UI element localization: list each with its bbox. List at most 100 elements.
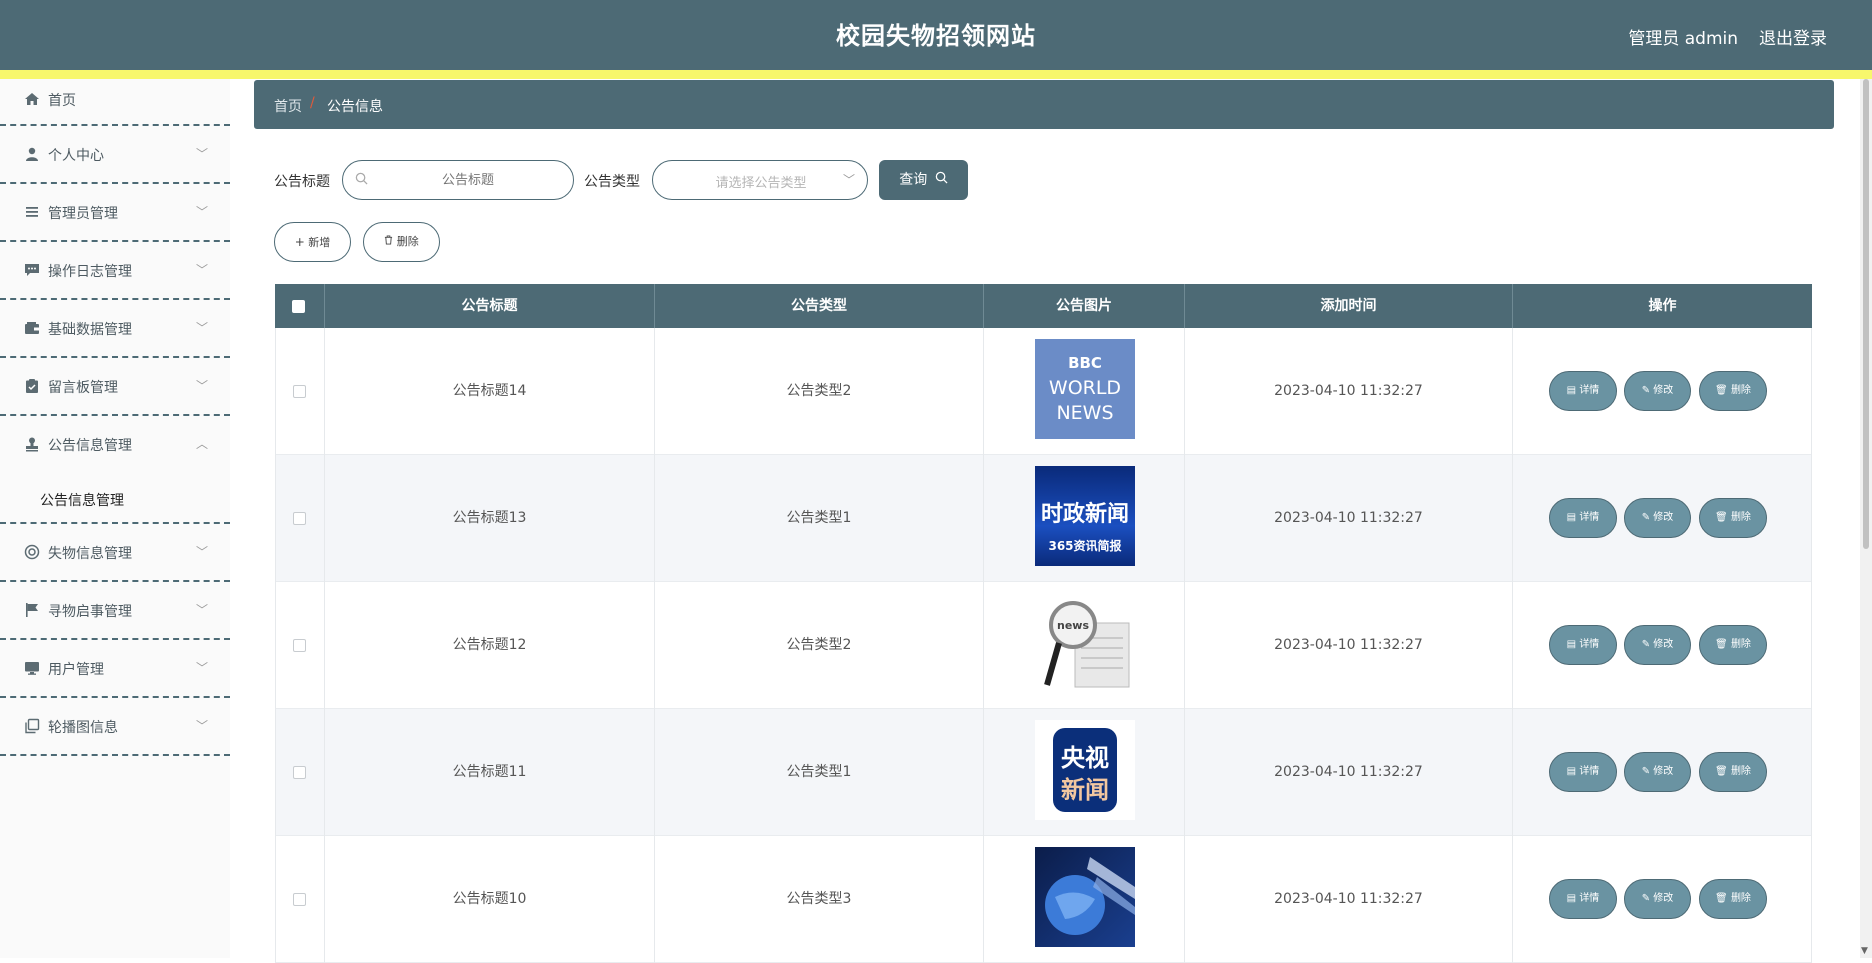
title-filter-label: 公告标题 xyxy=(274,174,330,190)
edit-button[interactable]: ✎ 修改 xyxy=(1624,752,1691,792)
chevron-down-icon: ﹀ xyxy=(842,173,855,187)
title-search-field xyxy=(342,160,574,200)
image-text: 时政新闻 xyxy=(1041,501,1129,527)
actions-cell: ▤ 详情 ✎ 修改 🗑 删除 xyxy=(1513,455,1812,582)
notice-image-globe[interactable] xyxy=(1035,847,1135,947)
sidebar-item-home[interactable]: 首页 xyxy=(0,79,230,126)
actions-cell: ▤ 详情 ✎ 修改 🗑 删除 xyxy=(1513,582,1812,709)
chevron-down-icon: ﹀ xyxy=(195,263,208,277)
notice-image-cctv[interactable]: 央视 新闻 xyxy=(1035,720,1135,820)
delete-label: 删除 xyxy=(1730,385,1751,396)
delete-button[interactable]: 🗑 删除 xyxy=(1699,371,1767,411)
delete-button[interactable]: 🗑 删除 xyxy=(1699,879,1767,919)
breadcrumb-home[interactable]: 首页 xyxy=(274,96,302,116)
edit-button[interactable]: ✎ 修改 xyxy=(1624,625,1691,665)
sidebar-item-notice[interactable]: 公告信息管理 ︿ 公告信息管理 xyxy=(0,416,230,524)
sidebar-item-profile[interactable]: 个人中心 ﹀ xyxy=(0,126,230,184)
type-cell: 公告类型1 xyxy=(655,455,984,582)
logout-link[interactable]: 退出登录 xyxy=(1759,24,1827,49)
type-cell: 公告类型2 xyxy=(655,582,984,709)
flag-icon xyxy=(24,602,40,618)
chevron-down-icon: ﹀ xyxy=(195,545,208,559)
stamp-icon xyxy=(24,436,40,452)
row-select-cell xyxy=(275,328,325,455)
detail-button[interactable]: ▤ 详情 xyxy=(1549,625,1617,665)
list-icon xyxy=(24,204,40,220)
column-header-actions: 操作 xyxy=(1648,298,1677,314)
detail-button[interactable]: ▤ 详情 xyxy=(1549,752,1617,792)
image-text: 央视 xyxy=(1061,744,1109,772)
page-scrollbar[interactable]: ▼ xyxy=(1860,79,1872,958)
current-user: 管理员 admin xyxy=(1628,29,1738,49)
sidebar-item-label: 失物信息管理 xyxy=(48,546,132,562)
detail-label: 详情 xyxy=(1579,639,1600,650)
detail-label: 详情 xyxy=(1579,512,1600,523)
delete-label: 删除 xyxy=(1730,766,1751,777)
row-checkbox[interactable] xyxy=(293,893,306,906)
detail-button[interactable]: ▤ 详情 xyxy=(1549,879,1617,919)
row-checkbox[interactable] xyxy=(293,639,306,652)
table-row: 公告标题11 公告类型1 央视 新闻 2023-04-10 11:32:27 ▤… xyxy=(275,709,1812,836)
row-checkbox[interactable] xyxy=(293,512,306,525)
trash-icon: 🗑 xyxy=(1715,512,1728,523)
image-text: 365资讯简报 xyxy=(1048,538,1121,553)
delete-label: 删除 xyxy=(1730,893,1751,904)
sidebar-item-logs[interactable]: 操作日志管理 ﹀ xyxy=(0,242,230,300)
delete-label: 删除 xyxy=(1730,512,1751,523)
add-button[interactable]: + 新增 xyxy=(274,222,351,262)
sidebar-item-label: 基础数据管理 xyxy=(48,322,132,338)
title-search-input[interactable] xyxy=(373,169,563,191)
scroll-down-arrow-icon[interactable]: ▼ xyxy=(1861,946,1868,956)
sidebar-item-carousel[interactable]: 轮播图信息 ﹀ xyxy=(0,698,230,756)
query-button[interactable]: 查询 xyxy=(879,160,968,200)
row-checkbox[interactable] xyxy=(293,766,306,779)
table-row: 公告标题14 公告类型2 BBC WORLD NEWS 2023-04-10 1… xyxy=(275,328,1812,455)
top-header: 校园失物招领网站 管理员 admin 退出登录 xyxy=(0,0,1872,70)
breadcrumb: 首页 / 公告信息 xyxy=(254,80,1834,129)
delete-button[interactable]: 🗑 删除 xyxy=(1699,498,1767,538)
sidebar-item-users[interactable]: 用户管理 ﹀ xyxy=(0,640,230,698)
chevron-up-icon: ︿ xyxy=(195,437,208,451)
sidebar-item-label: 个人中心 xyxy=(48,148,104,164)
pencil-icon: ✎ xyxy=(1641,893,1651,904)
edit-button[interactable]: ✎ 修改 xyxy=(1624,371,1691,411)
time-cell: 2023-04-10 11:32:27 xyxy=(1185,582,1513,709)
sidebar-item-admin[interactable]: 管理员管理 ﹀ xyxy=(0,184,230,242)
delete-label: 删除 xyxy=(1730,639,1751,650)
edit-button[interactable]: ✎ 修改 xyxy=(1624,879,1691,919)
delete-button[interactable]: 🗑 删除 xyxy=(1699,752,1767,792)
image-cell: BBC WORLD NEWS xyxy=(984,328,1185,455)
image-text: 新闻 xyxy=(1061,776,1109,804)
sidebar-item-label: 轮播图信息 xyxy=(48,720,118,736)
sidebar-item-label: 操作日志管理 xyxy=(48,264,132,280)
sidebar-item-guestbook[interactable]: 留言板管理 ﹀ xyxy=(0,358,230,416)
trash-icon: 🗑 xyxy=(1715,893,1728,904)
column-header-time: 添加时间 xyxy=(1185,284,1513,328)
actions-cell: ▤ 详情 ✎ 修改 🗑 删除 xyxy=(1513,328,1812,455)
search-icon xyxy=(355,172,368,189)
table-row: 公告标题12 公告类型2 news 2023-04-10 11:32:27 ▤ … xyxy=(275,582,1812,709)
sidebar-item-found-notice[interactable]: 寻物启事管理 ﹀ xyxy=(0,582,230,640)
type-select[interactable]: 请选择公告类型 ﹀ xyxy=(652,160,868,200)
time-cell: 2023-04-10 11:32:27 xyxy=(1185,709,1513,836)
sidebar-item-label: 用户管理 xyxy=(48,662,104,678)
trash-icon: 🗑 xyxy=(1715,385,1728,396)
notice-image-magnifier[interactable]: news xyxy=(1035,593,1135,693)
sidebar-item-basic-data[interactable]: 基础数据管理 ﹀ xyxy=(0,300,230,358)
sidebar-subitem-notice-manage[interactable]: 公告信息管理 xyxy=(0,474,228,522)
row-checkbox[interactable] xyxy=(293,385,306,398)
scrollbar-thumb[interactable] xyxy=(1863,79,1869,549)
trash-icon: 🗑 xyxy=(1715,766,1728,777)
image-text: BBC xyxy=(1068,354,1102,372)
edit-button[interactable]: ✎ 修改 xyxy=(1624,498,1691,538)
select-all-checkbox[interactable] xyxy=(292,300,305,313)
sidebar-item-lost-items[interactable]: 失物信息管理 ﹀ xyxy=(0,524,230,582)
notice-image-bbc[interactable]: BBC WORLD NEWS xyxy=(1035,339,1135,439)
batch-delete-button[interactable]: 删除 xyxy=(363,222,440,262)
type-cell: 公告类型1 xyxy=(655,709,984,836)
delete-button[interactable]: 🗑 删除 xyxy=(1699,625,1767,665)
notice-image-current-affairs[interactable]: 时政新闻 365资讯简报 xyxy=(1035,466,1135,566)
detail-button[interactable]: ▤ 详情 xyxy=(1549,371,1617,411)
detail-button[interactable]: ▤ 详情 xyxy=(1549,498,1617,538)
document-icon: ▤ xyxy=(1566,639,1577,650)
